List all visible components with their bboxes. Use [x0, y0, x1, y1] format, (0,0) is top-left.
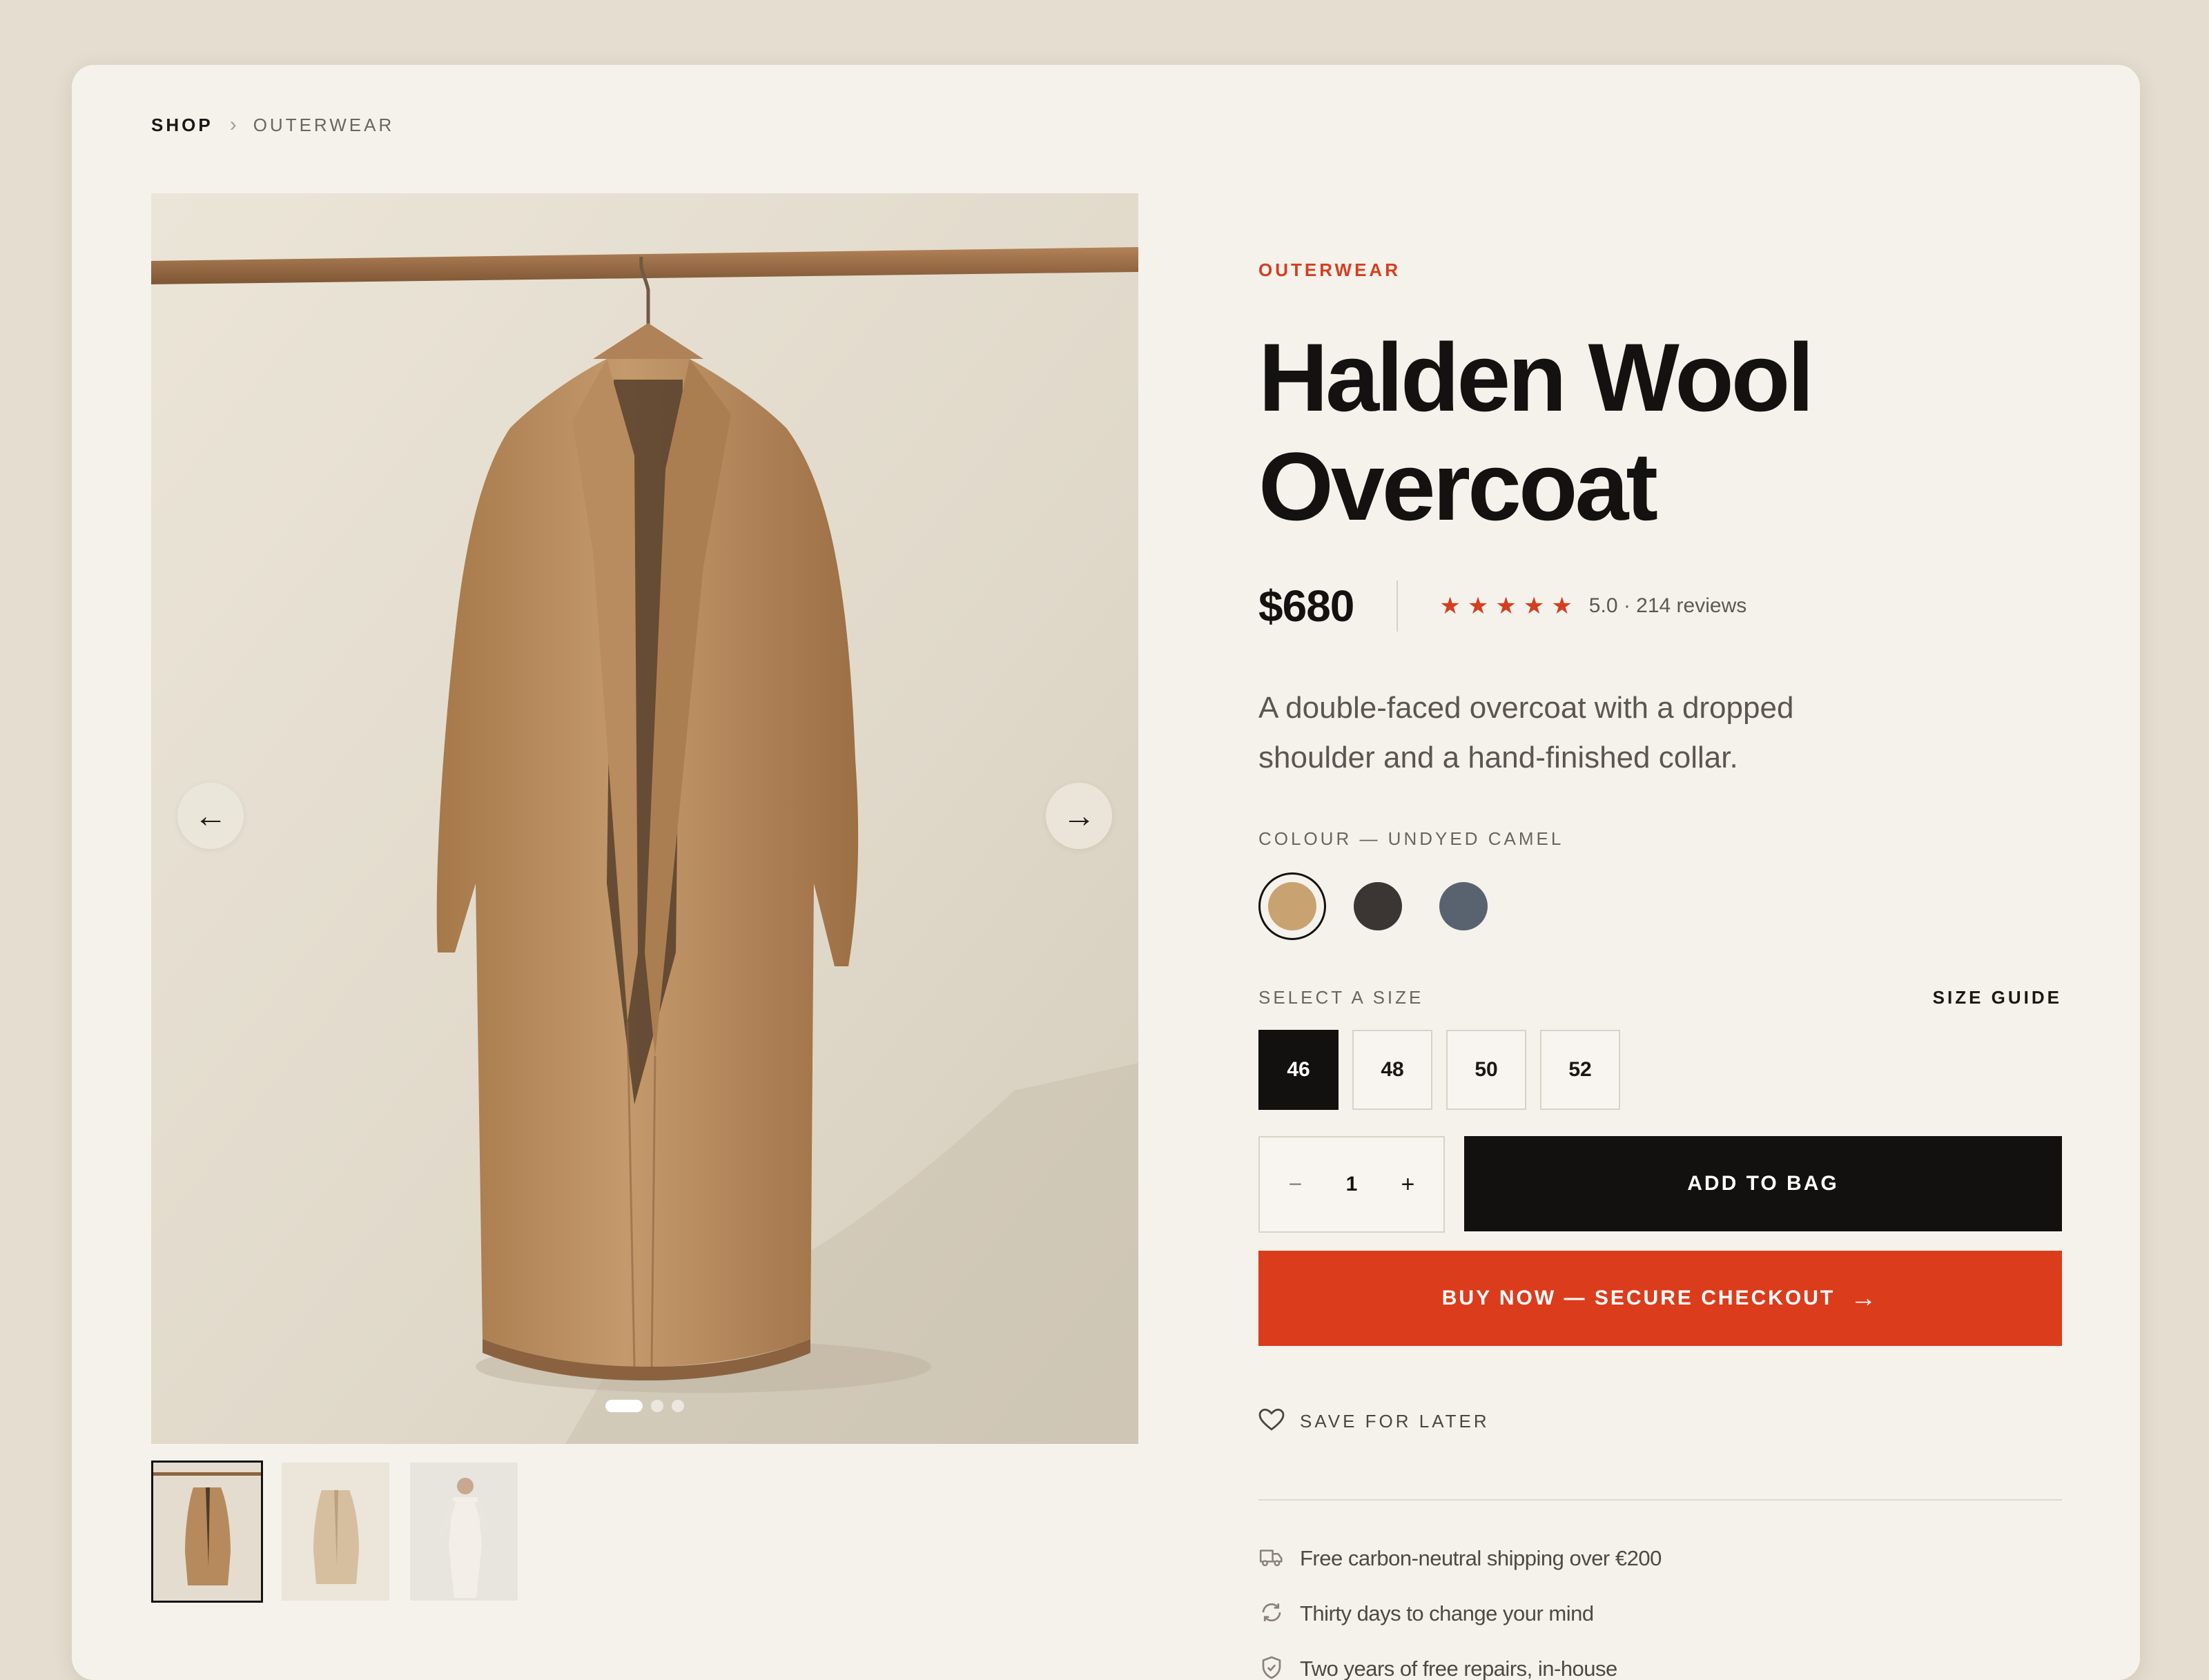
size-option-46[interactable]: 46: [1258, 1030, 1339, 1110]
carousel-dot-2[interactable]: [651, 1400, 663, 1412]
carousel-next-button[interactable]: →: [1046, 783, 1112, 849]
refresh-icon: [1258, 1600, 1285, 1628]
star-icon: ★: [1551, 592, 1572, 620]
swatch-slate[interactable]: [1430, 872, 1497, 940]
perk-shipping: Free carbon-neutral shipping over €200: [1258, 1531, 1662, 1586]
swatch-color: [1268, 882, 1316, 930]
size-label: SELECT A SIZE: [1258, 987, 1423, 1008]
perk-returns: Thirty days to change your mind: [1258, 1586, 1662, 1641]
product-card: SHOP › OUTERWEAR: [72, 65, 2140, 1680]
quantity-value[interactable]: 1: [1346, 1173, 1358, 1196]
perk-repairs: Two years of free repairs, in-house: [1258, 1641, 1662, 1680]
colour-swatches: [1258, 872, 1497, 940]
buy-now-button[interactable]: BUY NOW — SECURE CHECKOUT →: [1258, 1251, 2062, 1346]
swatch-color: [1439, 882, 1488, 930]
thumbnail-1[interactable]: [151, 1461, 263, 1603]
thumbnail-2[interactable]: [280, 1461, 391, 1603]
swatch-color: [1354, 882, 1402, 930]
quantity-increase-button[interactable]: +: [1387, 1171, 1428, 1198]
size-option-48[interactable]: 48: [1352, 1030, 1432, 1110]
star-rating: ★ ★ ★ ★ ★: [1439, 592, 1572, 620]
carousel-dots: [151, 1400, 1138, 1412]
buy-now-label: BUY NOW — SECURE CHECKOUT: [1442, 1287, 1835, 1310]
add-to-bag-button[interactable]: ADD TO BAG: [1464, 1136, 2062, 1231]
product-price: $680: [1258, 580, 1354, 632]
carousel-prev-button[interactable]: ←: [177, 783, 244, 849]
size-guide-link[interactable]: SIZE GUIDE: [1933, 987, 2062, 1008]
product-image: [151, 193, 1138, 1444]
product-description: A double-faced overcoat with a dropped s…: [1258, 683, 1880, 783]
perk-text: Two years of free repairs, in-house: [1300, 1657, 1617, 1680]
arrow-right-icon: →: [1062, 797, 1096, 835]
size-option-50[interactable]: 50: [1446, 1030, 1526, 1110]
star-icon: ★: [1524, 592, 1544, 620]
swatch-charcoal[interactable]: [1344, 872, 1412, 940]
save-for-later-label: SAVE FOR LATER: [1300, 1411, 1490, 1432]
size-option-52[interactable]: 52: [1540, 1030, 1620, 1110]
perk-text: Thirty days to change your mind: [1300, 1601, 1594, 1626]
perks-list: Free carbon-neutral shipping over €200 T…: [1258, 1531, 1662, 1680]
quantity-decrease-button[interactable]: −: [1275, 1171, 1316, 1198]
price-divider: [1397, 580, 1398, 632]
star-icon: ★: [1439, 592, 1460, 620]
quantity-stepper: − 1 +: [1258, 1136, 1445, 1233]
thumbnail-strip: [151, 1461, 520, 1603]
arrow-right-icon: →: [1850, 1284, 1878, 1313]
reviews-link[interactable]: 5.0 · 214 reviews: [1589, 594, 1746, 618]
truck-icon: [1258, 1546, 1285, 1572]
heart-icon: [1258, 1408, 1285, 1435]
product-image-carousel: ← →: [151, 193, 1138, 1444]
save-for-later-button[interactable]: SAVE FOR LATER: [1258, 1408, 1490, 1435]
swatch-camel[interactable]: [1258, 872, 1326, 940]
carousel-dot-1[interactable]: [605, 1400, 643, 1412]
breadcrumb-shop-link[interactable]: SHOP: [151, 115, 213, 136]
carousel-dot-3[interactable]: [672, 1400, 684, 1412]
size-options: 46 48 50 52: [1258, 1030, 1620, 1110]
thumbnail-3[interactable]: [408, 1461, 520, 1603]
breadcrumb-current[interactable]: OUTERWEAR: [253, 115, 395, 136]
shield-icon: [1258, 1655, 1285, 1680]
divider: [1258, 1499, 2062, 1501]
arrow-left-icon: ←: [194, 797, 227, 835]
colour-label: COLOUR — UNDYED CAMEL: [1258, 828, 1564, 850]
star-icon: ★: [1468, 592, 1488, 620]
price-row: $680 ★ ★ ★ ★ ★ 5.0 · 214 reviews: [1258, 573, 1746, 639]
breadcrumb-chevron-icon: ›: [230, 113, 237, 137]
perk-text: Free carbon-neutral shipping over €200: [1300, 1546, 1662, 1571]
star-icon: ★: [1495, 592, 1516, 620]
breadcrumb: SHOP › OUTERWEAR: [151, 113, 394, 137]
product-title: Halden Wool Overcoat: [1258, 323, 2062, 541]
product-category[interactable]: OUTERWEAR: [1258, 260, 1401, 281]
